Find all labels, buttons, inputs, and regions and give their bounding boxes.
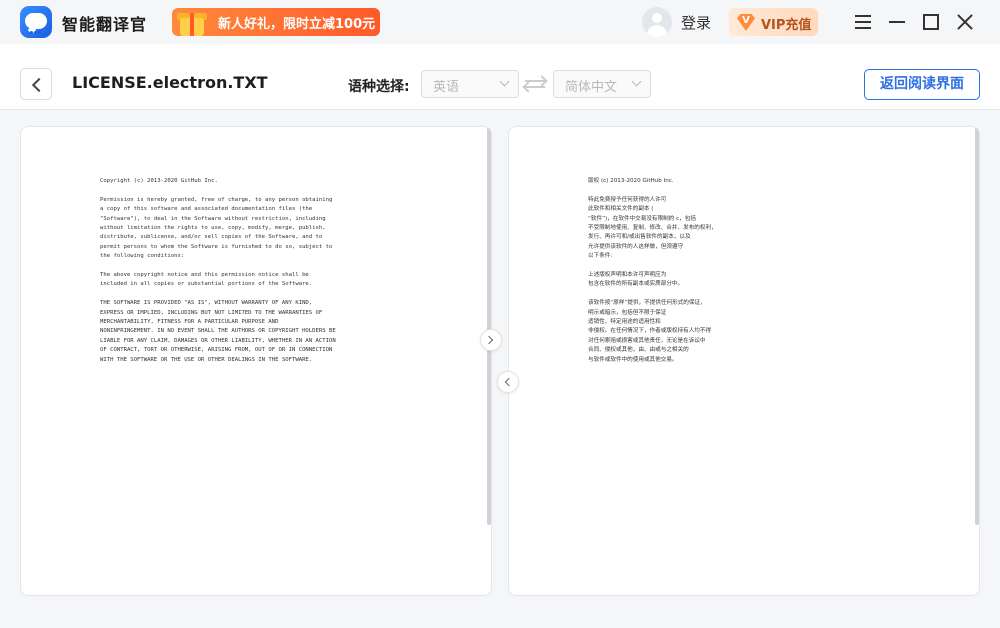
translated-document-panel[interactable]: 版权 (c) 2013-2020 GitHub Inc. 特此免费授予任何获得的… bbox=[508, 126, 980, 596]
menu-icon[interactable] bbox=[853, 12, 873, 32]
chevron-left-icon[interactable] bbox=[497, 371, 519, 393]
source-paragraph: Copyright (c) 2013-2020 GitHub Inc. bbox=[100, 178, 218, 184]
app-name: 智能翻译官 bbox=[62, 15, 148, 34]
translated-scrollbar[interactable] bbox=[975, 127, 979, 525]
vip-recharge-button[interactable]: V VIP充值 bbox=[729, 8, 818, 36]
vip-diamond-icon: V bbox=[737, 14, 755, 31]
swap-languages-icon[interactable] bbox=[524, 75, 546, 93]
close-icon[interactable] bbox=[955, 12, 975, 32]
gift-icon bbox=[174, 4, 210, 38]
source-language-select[interactable]: 英语 bbox=[421, 70, 519, 98]
promo-amount: 100元 bbox=[335, 17, 376, 32]
chevron-right-icon[interactable] bbox=[480, 329, 502, 351]
promo-banner[interactable]: 新人好礼，限时立减100元 bbox=[172, 8, 380, 36]
back-button[interactable] bbox=[20, 68, 52, 100]
avatar-icon[interactable] bbox=[642, 7, 672, 37]
document-toolbar: LICENSE.electron.TXT 语种选择: 英语 简体中文 返回阅读界… bbox=[0, 44, 1000, 110]
translated-paragraph: 版权 (c) 2013-2020 GitHub Inc. bbox=[588, 178, 674, 184]
chevron-down-icon bbox=[499, 76, 510, 87]
promo-text: 新人好礼，限时立减100元 bbox=[218, 17, 376, 32]
target-language-select[interactable]: 简体中文 bbox=[553, 70, 651, 98]
translated-document-text: 版权 (c) 2013-2020 GitHub Inc. 特此免费授予任何获得的… bbox=[588, 177, 858, 374]
login-link[interactable]: 登录 bbox=[681, 12, 711, 33]
source-paragraph: The above copyright notice and this perm… bbox=[100, 272, 313, 288]
maximize-icon[interactable] bbox=[921, 12, 941, 32]
minimize-icon[interactable] bbox=[887, 12, 907, 32]
target-language-value: 简体中文 bbox=[565, 80, 618, 95]
translated-paragraph: 特此免费授予任何获得的人许可 此软件和相关文件的副本 ( “软件”)，在软件中交… bbox=[588, 196, 717, 260]
source-language-value: 英语 bbox=[433, 80, 460, 95]
translated-paragraph: 上述版权声明和本许可声明应为 包含在软件的所有副本或实质部分中。 bbox=[588, 272, 684, 288]
source-document-panel[interactable]: Copyright (c) 2013-2020 GitHub Inc. Perm… bbox=[20, 126, 492, 596]
language-select-label: 语种选择: bbox=[348, 79, 410, 95]
title-bar: 智能翻译官 新人好礼，限时立减100元 登录 V VIP充值 bbox=[0, 0, 1000, 44]
chevron-down-icon bbox=[631, 76, 642, 87]
source-paragraph: THE SOFTWARE IS PROVIDED "AS IS", WITHOU… bbox=[100, 300, 336, 363]
translated-paragraph: 该软件按“原样”提供，不提供任何形式的保证， 明示或暗示，包括但不限于保证 适销… bbox=[588, 300, 712, 363]
source-scrollbar[interactable] bbox=[487, 127, 491, 525]
app-logo-icon bbox=[20, 6, 52, 38]
source-paragraph: Permission is hereby granted, free of ch… bbox=[100, 196, 333, 260]
vip-label: VIP充值 bbox=[761, 18, 812, 33]
return-to-reading-button[interactable]: 返回阅读界面 bbox=[864, 69, 980, 100]
source-document-text: Copyright (c) 2013-2020 GitHub Inc. Perm… bbox=[100, 177, 370, 374]
file-title: LICENSE.electron.TXT bbox=[72, 73, 268, 92]
